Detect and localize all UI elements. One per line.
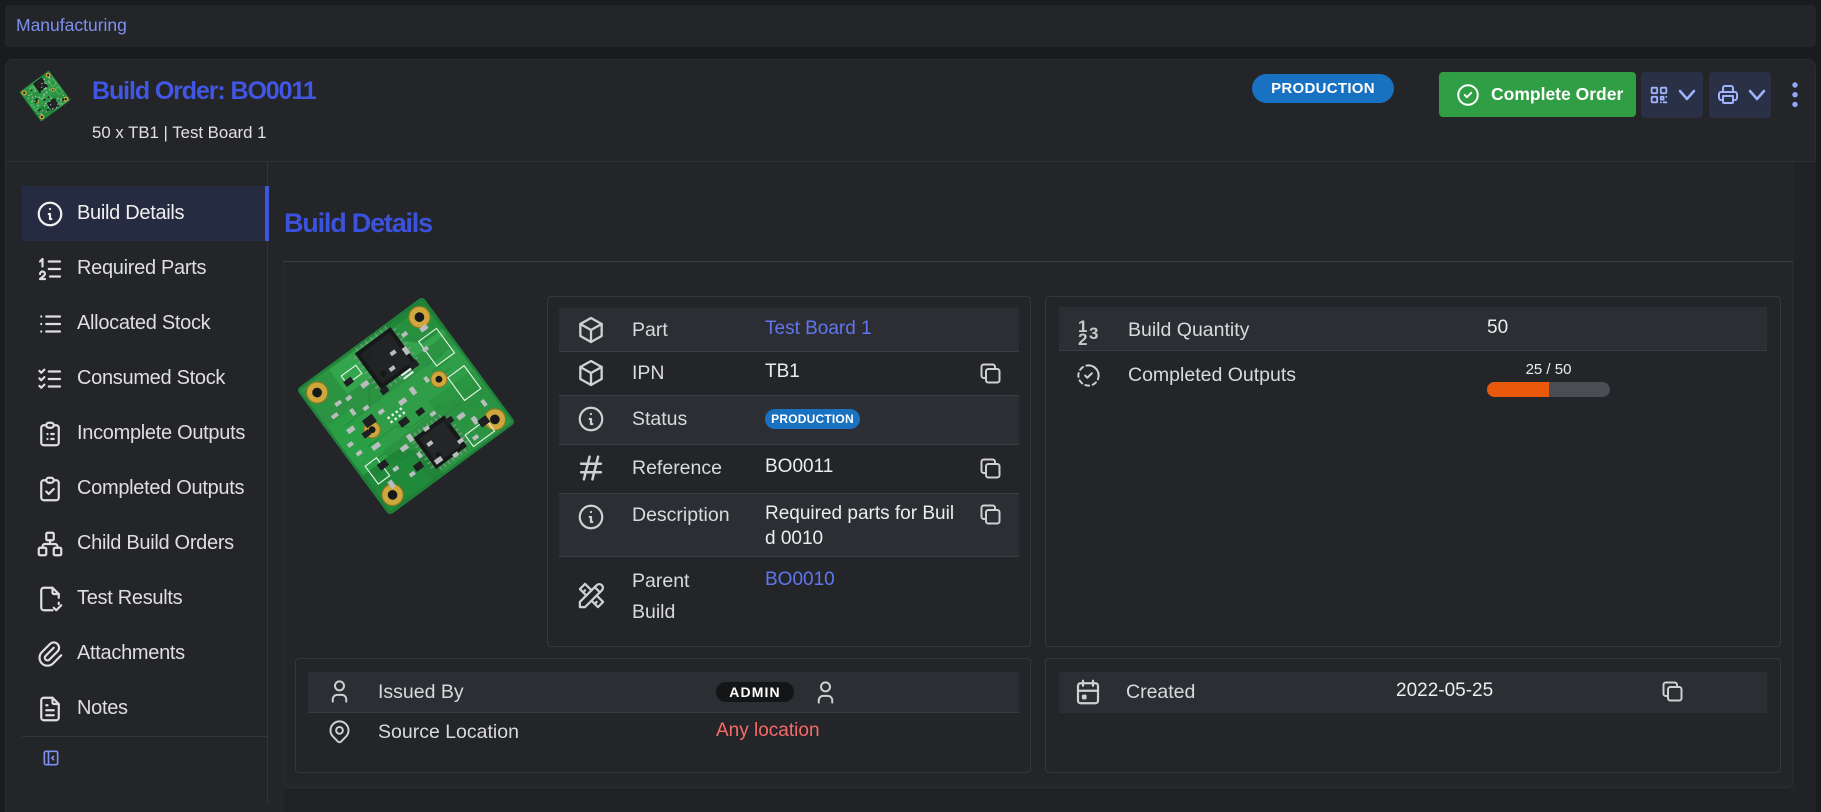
svg-text:2: 2 (1078, 330, 1087, 346)
svg-text:3: 3 (1089, 324, 1098, 343)
